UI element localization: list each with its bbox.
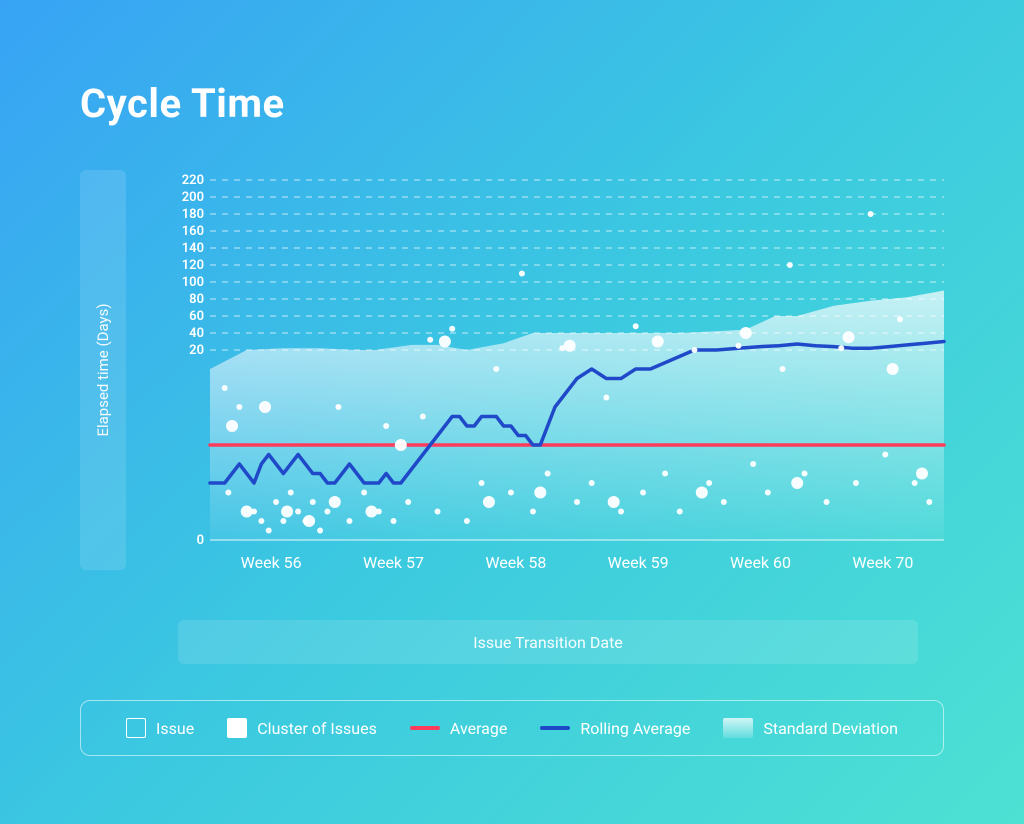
svg-text:Week 70: Week 70 xyxy=(852,553,913,572)
y-axis-label: Elapsed time (Days) xyxy=(94,303,112,436)
svg-text:200: 200 xyxy=(182,190,204,205)
svg-text:Week 56: Week 56 xyxy=(241,553,302,572)
svg-text:120: 120 xyxy=(182,258,204,273)
legend-item-stddev: Standard Deviation xyxy=(723,718,898,738)
svg-text:20: 20 xyxy=(189,343,204,358)
svg-text:180: 180 xyxy=(182,207,204,222)
cluster-swatch-icon xyxy=(227,718,247,738)
chart-area: Elapsed time (Days) 0 20 40 60 80 100 120 140 16… xyxy=(80,170,944,600)
svg-text:Week 57: Week 57 xyxy=(363,553,424,572)
stddev-swatch-icon xyxy=(723,718,753,738)
svg-text:Week 60: Week 60 xyxy=(730,553,791,572)
legend-label: Issue xyxy=(156,719,194,738)
svg-text:Week 59: Week 59 xyxy=(608,553,669,572)
svg-text:40: 40 xyxy=(189,326,204,341)
rolling-swatch-icon xyxy=(540,726,570,730)
svg-text:160: 160 xyxy=(182,224,204,239)
legend-item-cluster: Cluster of Issues xyxy=(227,718,377,738)
svg-text:80: 80 xyxy=(189,292,204,307)
svg-text:220: 220 xyxy=(182,173,204,188)
legend-label: Cluster of Issues xyxy=(257,719,377,738)
svg-text:60: 60 xyxy=(189,309,204,324)
svg-text:0: 0 xyxy=(197,533,204,548)
legend-item-rolling: Rolling Average xyxy=(540,719,690,738)
svg-text:Week 58: Week 58 xyxy=(485,553,546,572)
legend-item-issue: Issue xyxy=(126,718,194,738)
legend-label: Rolling Average xyxy=(580,719,690,738)
average-swatch-icon xyxy=(410,726,440,730)
legend-label: Standard Deviation xyxy=(763,719,898,738)
issue-swatch-icon xyxy=(126,718,146,738)
svg-text:140: 140 xyxy=(182,241,204,256)
chart-title: Cycle Time xyxy=(80,80,285,127)
legend-label: Average xyxy=(450,719,507,738)
legend: Issue Cluster of Issues Average Rolling … xyxy=(80,700,944,756)
legend-item-average: Average xyxy=(410,719,507,738)
chart-svg: 0 20 40 60 80 100 120 140 160 180 200 220 Week 56 We… xyxy=(150,170,944,600)
x-axis-label: Issue Transition Date xyxy=(473,633,623,652)
x-axis-label-pill: Issue Transition Date xyxy=(178,620,918,664)
svg-text:100: 100 xyxy=(182,275,204,290)
